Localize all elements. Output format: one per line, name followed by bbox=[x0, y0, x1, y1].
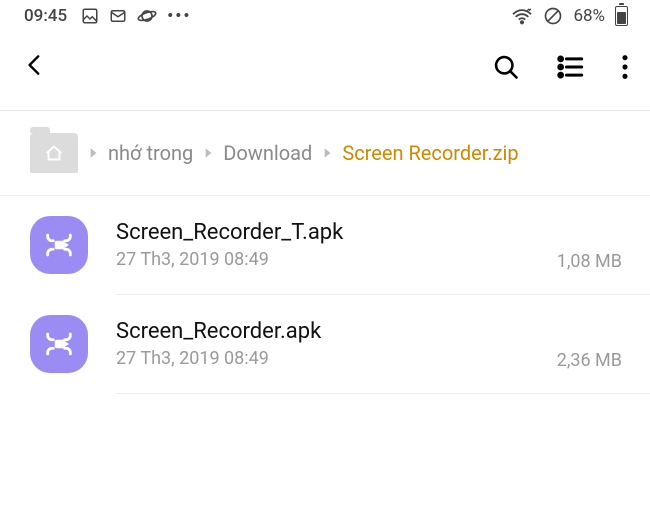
home-folder-icon[interactable] bbox=[30, 133, 78, 173]
chevron-right-icon bbox=[86, 146, 100, 160]
more-menu-button[interactable] bbox=[620, 53, 630, 81]
file-meta: 27 Th3, 2019 08:49 bbox=[116, 249, 545, 270]
file-size: 2,36 MB bbox=[557, 350, 622, 373]
planet-icon bbox=[137, 6, 157, 26]
file-list: Screen_Recorder_T.apk 27 Th3, 2019 08:49… bbox=[0, 196, 650, 394]
breadcrumb-seg-2[interactable]: Download bbox=[223, 141, 312, 165]
apk-video-icon bbox=[30, 216, 88, 274]
file-name: Screen_Recorder.apk bbox=[116, 319, 545, 344]
battery-percent: 68% bbox=[573, 6, 605, 26]
file-row[interactable]: Screen_Recorder_T.apk 27 Th3, 2019 08:49… bbox=[0, 196, 650, 294]
breadcrumb-seg-1[interactable]: nhớ trong bbox=[108, 141, 193, 165]
breadcrumb-seg-current[interactable]: Screen Recorder.zip bbox=[342, 141, 518, 165]
chevron-right-icon bbox=[201, 146, 215, 160]
divider bbox=[116, 393, 650, 394]
file-row[interactable]: Screen_Recorder.apk 27 Th3, 2019 08:49 2… bbox=[0, 295, 650, 393]
file-meta: 27 Th3, 2019 08:49 bbox=[116, 348, 545, 369]
file-size: 1,08 MB bbox=[557, 251, 622, 274]
chevron-right-icon bbox=[320, 146, 334, 160]
image-icon bbox=[81, 7, 99, 25]
wifi-icon bbox=[511, 7, 533, 25]
file-name: Screen_Recorder_T.apk bbox=[116, 220, 545, 245]
no-sync-icon bbox=[543, 6, 563, 26]
battery-icon bbox=[615, 6, 628, 26]
view-list-button[interactable] bbox=[556, 53, 584, 81]
status-bar: 09:45 ••• 68% bbox=[0, 0, 650, 30]
mail-icon bbox=[109, 7, 127, 25]
search-button[interactable] bbox=[492, 53, 520, 81]
status-time: 09:45 bbox=[24, 6, 67, 26]
more-notifications-icon: ••• bbox=[167, 6, 191, 26]
back-button[interactable] bbox=[22, 52, 48, 82]
apk-video-icon bbox=[30, 315, 88, 373]
app-bar bbox=[0, 30, 650, 110]
breadcrumb: nhớ trong Download Screen Recorder.zip bbox=[0, 111, 650, 196]
